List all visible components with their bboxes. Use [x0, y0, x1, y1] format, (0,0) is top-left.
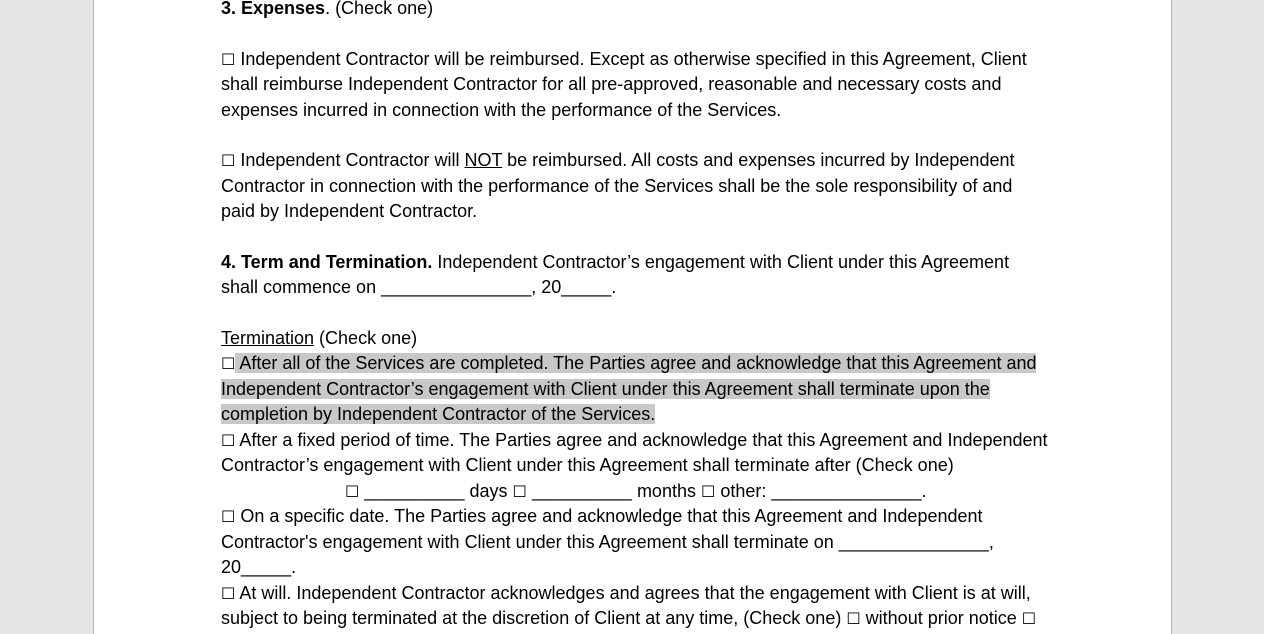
- checkbox-not-reimbursed[interactable]: ☐: [221, 151, 235, 170]
- other-blank: other: _______________.: [715, 480, 927, 501]
- termination-option-fixed-period: ☐ After a fixed period of time. The Part…: [221, 428, 1051, 479]
- document-page: 3. Expenses. (Check one) ☐ Independent C…: [93, 0, 1172, 634]
- not-emphasis: NOT: [464, 150, 503, 170]
- checkbox-with-notice[interactable]: ☐: [1022, 609, 1036, 628]
- termination-option-specific-date: ☐ On a specific date. The Parties agree …: [221, 504, 1051, 581]
- section-3-heading: 3. Expenses. (Check one): [221, 0, 1051, 22]
- checkbox-reimbursed[interactable]: ☐: [221, 50, 235, 69]
- fixed-period-choices: ☐ __________ days ☐ __________ months ☐ …: [221, 479, 1051, 505]
- termination-heading: Termination (Check one): [221, 326, 1051, 352]
- checkbox-days[interactable]: ☐: [345, 482, 359, 501]
- checkbox-services-completed[interactable]: ☐: [221, 354, 235, 373]
- checkbox-specific-date[interactable]: ☐: [221, 507, 235, 526]
- document-body[interactable]: 3. Expenses. (Check one) ☐ Independent C…: [221, 0, 1051, 632]
- termination-option-services-completed: ☐ After all of the Services are complete…: [221, 351, 1051, 428]
- termination-option-at-will: ☐ At will. Independent Contractor acknow…: [221, 581, 1051, 632]
- termination-suffix: (Check one): [314, 327, 418, 348]
- selected-text-services-completed[interactable]: After all of the Services are completed.…: [221, 353, 1037, 424]
- checkbox-at-will[interactable]: ☐: [221, 584, 235, 603]
- termination-label: Termination: [221, 327, 315, 348]
- checkbox-without-prior-notice[interactable]: ☐: [846, 609, 860, 628]
- expenses-option-not-reimbursed: ☐ Independent Contractor will NOT be rei…: [221, 148, 1051, 225]
- section-4-paragraph: 4. Term and Termination. Independent Con…: [221, 250, 1051, 301]
- without-prior-notice-label: without prior notice: [860, 608, 1022, 628]
- checkbox-other[interactable]: ☐: [701, 482, 715, 501]
- expenses-option-reimbursed: ☐ Independent Contractor will be reimbur…: [221, 47, 1051, 124]
- termination-option-fixed-period-text: After a fixed period of time. The Partie…: [221, 429, 1048, 476]
- days-blank: __________ days: [359, 480, 513, 501]
- expenses-option-not-reimbursed-text-before: Independent Contractor will: [235, 150, 465, 170]
- expenses-option-reimbursed-text: Independent Contractor will be reimburse…: [221, 48, 1027, 120]
- months-blank: __________ months: [526, 480, 701, 501]
- checkbox-fixed-period[interactable]: ☐: [221, 431, 235, 450]
- termination-option-specific-date-text: On a specific date. The Parties agree an…: [221, 506, 994, 577]
- section-4-title: 4. Term and Termination.: [221, 251, 433, 272]
- section-3-title: 3. Expenses: [221, 0, 326, 18]
- checkbox-months[interactable]: ☐: [512, 482, 526, 501]
- section-3-suffix: . (Check one): [325, 0, 434, 18]
